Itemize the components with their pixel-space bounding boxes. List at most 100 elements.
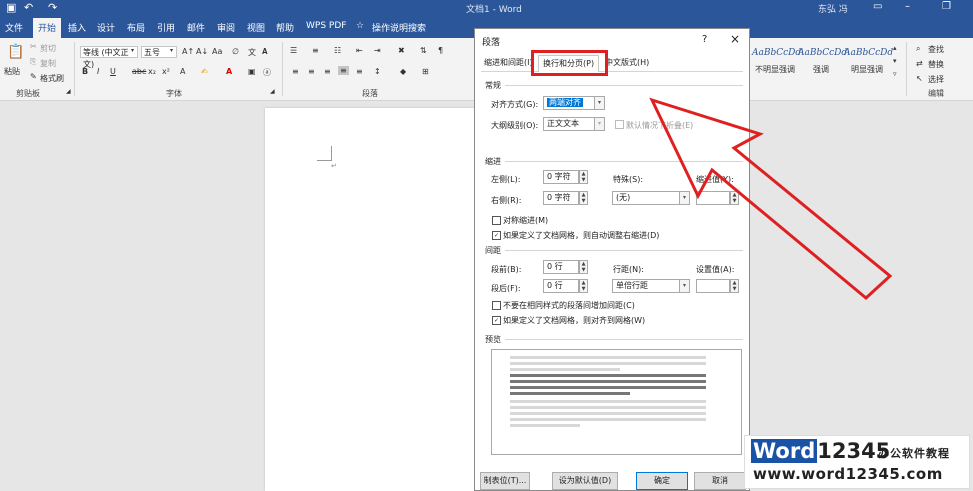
space-before-spinner[interactable]: ▲ ▼ <box>579 260 588 274</box>
align-left-icon[interactable]: ≡ <box>292 67 299 76</box>
numbering-icon[interactable]: ≡ <box>312 46 319 55</box>
auto-adjust-checkbox[interactable]: ✓ <box>492 231 501 240</box>
align-center-icon[interactable]: ≡ <box>308 67 315 76</box>
increase-indent-icon[interactable]: ⇥ <box>374 46 381 55</box>
sort-icon[interactable]: ⇅ <box>420 46 427 55</box>
format-painter-button[interactable]: 格式刷 <box>40 73 64 84</box>
chinese-layout-icon[interactable]: ✖ <box>398 46 405 55</box>
user-name[interactable]: 东弘 冯 <box>818 2 848 15</box>
strikethrough-icon[interactable]: abc <box>132 67 146 76</box>
find-button[interactable]: 查找 <box>928 44 944 55</box>
alignment-select[interactable]: 两端对齐 <box>543 96 595 110</box>
no-space-same-style-checkbox[interactable] <box>492 301 501 310</box>
select-icon[interactable]: ↖ <box>916 74 923 83</box>
tab-insert[interactable]: 插入 <box>68 21 86 34</box>
underline-icon[interactable]: U <box>110 67 116 76</box>
decrease-indent-icon[interactable]: ⇤ <box>356 46 363 55</box>
style-intense-emphasis[interactable]: AaBbCcDd 明显强调 <box>844 44 893 82</box>
redo-icon[interactable]: ↷ <box>48 1 57 14</box>
clear-format-icon[interactable]: ∅ <box>232 47 239 56</box>
align-right-icon[interactable]: ≡ <box>324 67 331 76</box>
font-color-icon[interactable]: A <box>226 67 232 76</box>
italic-icon[interactable]: I <box>97 67 99 76</box>
superscript-icon[interactable]: x² <box>162 67 170 76</box>
phonetic-guide-icon[interactable]: 文 <box>248 47 256 58</box>
chevron-down-icon[interactable]: ▾ <box>594 117 605 131</box>
line-spacing-icon[interactable]: ↕ <box>374 67 381 76</box>
snap-to-grid-checkbox[interactable]: ✓ <box>492 316 501 325</box>
tab-indents-spacing[interactable]: 缩进和间距(I) <box>480 55 537 71</box>
styles-scroll-down-icon[interactable]: ▾ <box>893 57 897 65</box>
document-page[interactable]: ↵ <box>265 108 475 491</box>
tab-mailings[interactable]: 邮件 <box>187 21 205 34</box>
highlight-icon[interactable]: ✍ <box>201 67 208 76</box>
bold-icon[interactable]: B <box>82 67 88 76</box>
tab-asian-typography[interactable]: 中文版式(H) <box>601 55 653 71</box>
tell-me-search[interactable]: 操作说明搜索 <box>372 21 426 34</box>
format-painter-icon[interactable]: ✎ <box>30 72 37 81</box>
enclose-char-icon[interactable]: ⓐ <box>263 67 271 78</box>
tab-references[interactable]: 引用 <box>157 21 175 34</box>
chevron-down-icon[interactable]: ▾ <box>131 47 134 54</box>
change-case-icon[interactable]: Aa <box>212 47 222 56</box>
font-launcher-icon[interactable]: ◢ <box>270 88 275 95</box>
help-button[interactable]: ? <box>702 34 707 45</box>
styles-more-icon[interactable]: ▿ <box>893 70 897 78</box>
show-marks-icon[interactable]: ¶ <box>438 46 443 55</box>
left-indent-spinner[interactable]: ▲ ▼ <box>579 170 588 184</box>
borders-icon[interactable]: ⊞ <box>422 67 429 76</box>
undo-icon[interactable]: ↶ <box>24 1 33 14</box>
cut-button[interactable]: 剪切 <box>40 43 56 54</box>
shading-icon[interactable]: ◆ <box>400 67 406 76</box>
replace-button[interactable]: 替换 <box>928 59 944 70</box>
multilevel-list-icon[interactable]: ☷ <box>334 46 341 55</box>
style-subtle-emphasis[interactable]: AaBbCcDd 不明显强调 <box>752 44 801 82</box>
clipboard-launcher-icon[interactable]: ◢ <box>66 88 71 95</box>
set-default-button[interactable]: 设为默认值(D) <box>552 472 618 490</box>
subscript-icon[interactable]: x₂ <box>148 67 156 76</box>
bullets-icon[interactable]: ☰ <box>290 46 297 55</box>
left-indent-input[interactable]: 0 字符 <box>543 170 579 184</box>
font-name-combo[interactable]: 等线 (中文正文) <box>80 46 138 69</box>
justify-icon[interactable]: ≡ <box>338 66 349 75</box>
tabs-button[interactable]: 制表位(T)... <box>480 472 530 490</box>
char-shading-icon[interactable]: ▣ <box>248 67 256 76</box>
shrink-font-icon[interactable]: A↓ <box>196 47 208 56</box>
copy-icon[interactable]: ⎘ <box>30 57 36 67</box>
restore-icon[interactable]: ❐ <box>942 1 951 12</box>
replace-icon[interactable]: ⇄ <box>916 59 923 68</box>
space-after-spinner[interactable]: ▲ ▼ <box>579 279 588 293</box>
style-emphasis[interactable]: AaBbCcDd 强调 <box>798 44 847 82</box>
chevron-down-icon[interactable]: ▾ <box>170 47 173 54</box>
tab-view[interactable]: 视图 <box>247 21 265 34</box>
distributed-icon[interactable]: ≡ <box>356 67 363 76</box>
styles-scroll-up-icon[interactable]: ▴ <box>893 44 897 52</box>
paste-icon[interactable]: 📋 <box>7 44 24 60</box>
search-icon[interactable]: ⌕ <box>916 44 920 54</box>
space-before-input[interactable]: 0 行 <box>543 260 579 274</box>
right-indent-spinner[interactable]: ▲ ▼ <box>579 191 588 205</box>
ok-button[interactable]: 确定 <box>636 472 688 490</box>
mirror-indents-checkbox[interactable] <box>492 216 501 225</box>
char-border-icon[interactable]: 𝐀 <box>262 47 268 57</box>
collapsed-checkbox[interactable] <box>615 120 624 129</box>
tab-wps-pdf[interactable]: WPS PDF <box>306 21 346 31</box>
ribbon-display-icon[interactable]: ▭ <box>873 1 882 12</box>
cut-icon[interactable]: ✂ <box>30 42 37 51</box>
outline-level-select[interactable]: 正文文本 <box>543 117 595 131</box>
cancel-button[interactable]: 取消 <box>694 472 746 490</box>
tab-file[interactable]: 文件 <box>5 21 23 34</box>
grow-font-icon[interactable]: A↑ <box>182 47 194 56</box>
select-button[interactable]: 选择 <box>928 74 944 85</box>
tab-layout[interactable]: 布局 <box>127 21 145 34</box>
minimize-icon[interactable]: – <box>905 1 910 12</box>
tab-design[interactable]: 设计 <box>97 21 115 34</box>
save-icon[interactable]: ▣ <box>6 1 16 14</box>
copy-button[interactable]: 复制 <box>40 58 56 69</box>
chevron-down-icon[interactable]: ▾ <box>594 96 605 110</box>
paste-button[interactable]: 粘贴 <box>4 66 20 77</box>
text-effects-icon[interactable]: A <box>180 67 185 76</box>
space-after-input[interactable]: 0 行 <box>543 279 579 293</box>
tab-review[interactable]: 审阅 <box>217 21 235 34</box>
right-indent-input[interactable]: 0 字符 <box>543 191 579 205</box>
